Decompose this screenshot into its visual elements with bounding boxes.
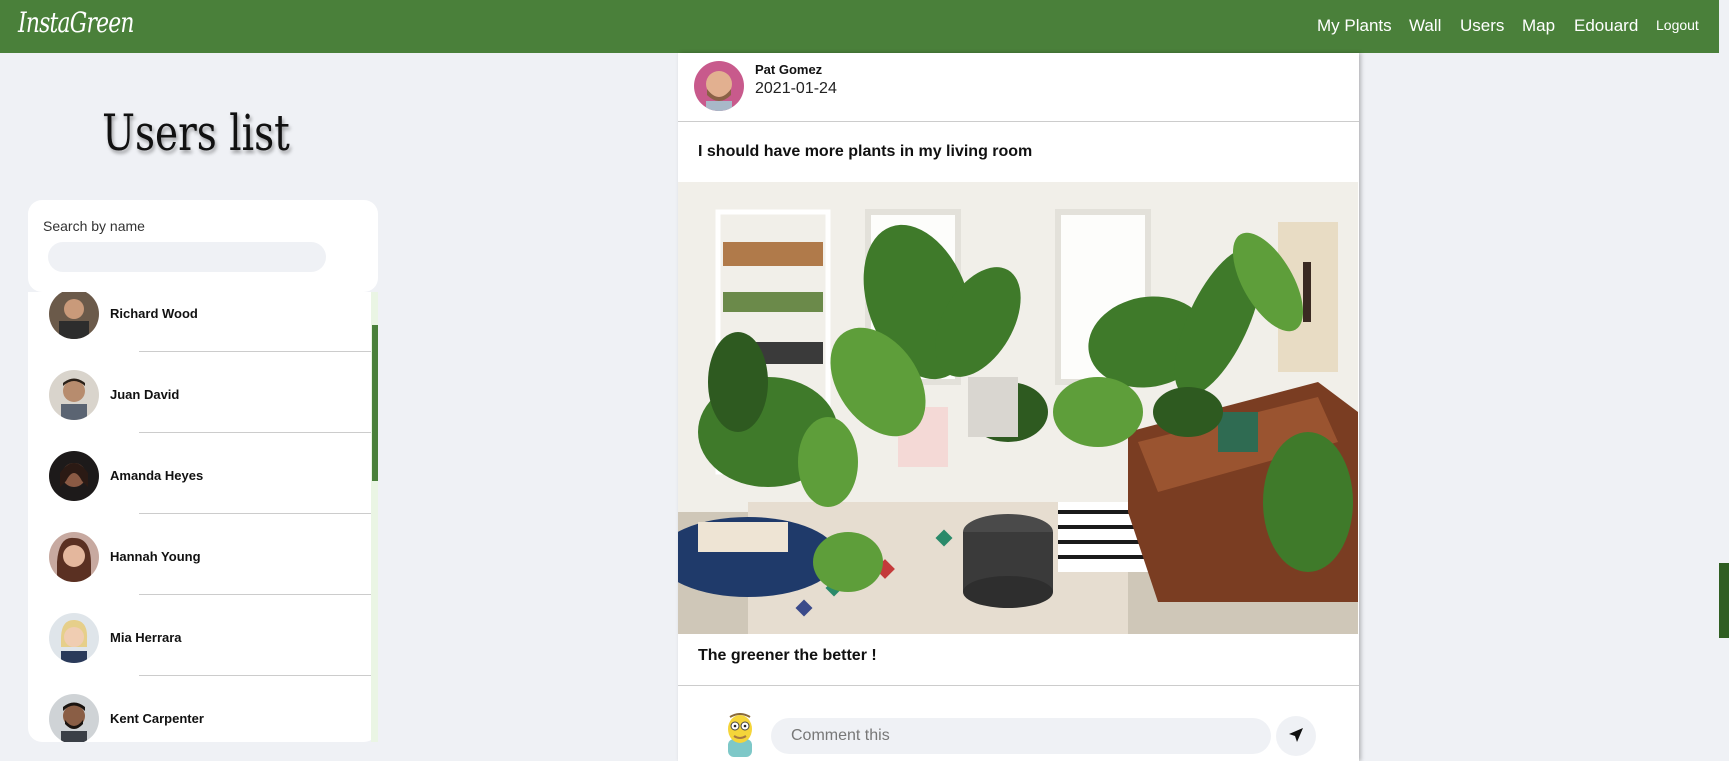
send-comment-button[interactable] <box>1276 716 1316 756</box>
post-photo <box>678 182 1358 634</box>
post-caption: The greener the better ! <box>698 647 877 664</box>
user-item-richard-wood[interactable]: Richard Wood <box>28 292 372 352</box>
user-avatar <box>49 292 99 339</box>
nav-users[interactable]: Users <box>1460 16 1504 36</box>
nav-map[interactable]: Map <box>1522 16 1555 36</box>
user-item-hannah-young[interactable]: Hannah Young <box>28 514 372 595</box>
post-text: I should have more plants in my living r… <box>698 143 1033 160</box>
page-scrollbar-thumb[interactable] <box>1719 563 1729 638</box>
user-avatar <box>49 694 99 742</box>
divider <box>678 685 1359 686</box>
users-scrollbar-thumb[interactable] <box>372 325 378 481</box>
paper-plane-icon <box>1288 727 1304 746</box>
user-name: Hannah Young <box>110 549 201 564</box>
user-name: Amanda Heyes <box>110 468 204 483</box>
post-date: 2021-01-24 <box>755 80 837 97</box>
nav-my-plants[interactable]: My Plants <box>1317 16 1392 36</box>
user-item-mia-herrara[interactable]: Mia Herrara <box>28 595 372 676</box>
search-card: Search by name <box>28 200 378 292</box>
users-list: Richard Wood Juan David Amanda Heyes Han… <box>28 292 378 742</box>
author-avatar[interactable] <box>694 61 744 111</box>
users-list-title: Users list <box>102 104 290 162</box>
user-name: Kent Carpenter <box>110 711 204 726</box>
user-avatar <box>49 613 99 663</box>
user-name: Richard Wood <box>110 306 198 321</box>
user-name: Juan David <box>110 387 180 402</box>
user-avatar <box>49 370 99 420</box>
nav-wall[interactable]: Wall <box>1409 16 1441 36</box>
user-avatar <box>49 532 99 582</box>
user-avatar <box>49 451 99 501</box>
user-item-amanda-heyes[interactable]: Amanda Heyes <box>28 433 372 514</box>
comment-input[interactable] <box>771 718 1271 754</box>
nav-profile[interactable]: Edouard <box>1574 16 1638 36</box>
navbar: InstaGreen My Plants Wall Users Map Edou… <box>0 0 1719 53</box>
search-label: Search by name <box>43 218 145 234</box>
user-item-kent-carpenter[interactable]: Kent Carpenter <box>28 676 372 742</box>
post-header: Pat Gomez 2021-01-24 <box>678 53 1359 122</box>
post-author[interactable]: Pat Gomez <box>755 62 822 77</box>
user-name: Mia Herrara <box>110 630 182 645</box>
nav-logout[interactable]: Logout <box>1656 17 1699 33</box>
post-card: Pat Gomez 2021-01-24 I should have more … <box>678 53 1359 761</box>
user-item-juan-david[interactable]: Juan David <box>28 352 372 433</box>
page-scrollbar-track[interactable] <box>1719 0 1729 761</box>
search-input[interactable] <box>48 242 326 272</box>
brand-logo[interactable]: InstaGreen <box>18 6 134 39</box>
current-user-avatar <box>722 713 758 757</box>
